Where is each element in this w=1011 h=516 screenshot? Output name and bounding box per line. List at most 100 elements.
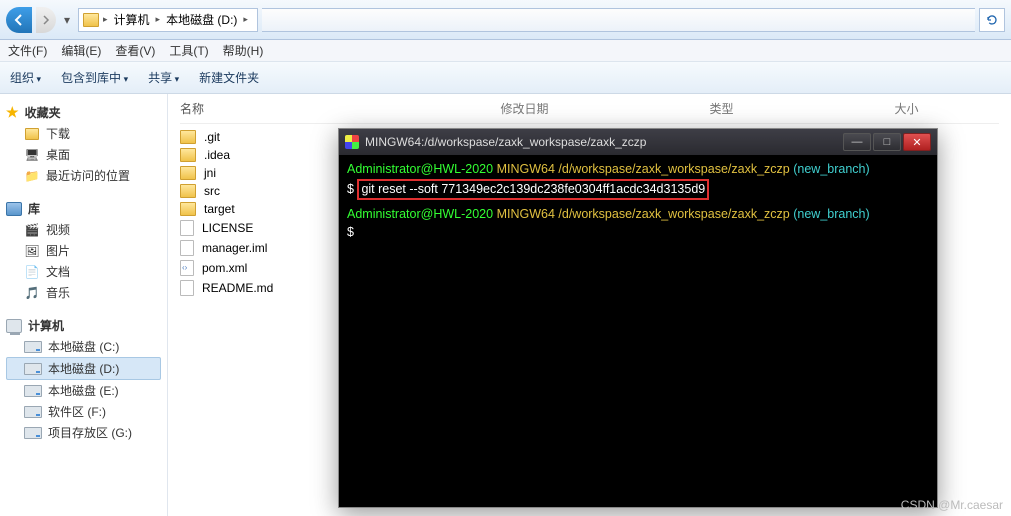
nav-history-dropdown[interactable]: ▾ [60,13,74,27]
sidebar-item-drive-e[interactable]: 本地磁盘 (E:) [6,380,161,401]
file-icon [180,220,194,236]
new-folder-button[interactable]: 新建文件夹 [199,69,259,86]
term-user: Administrator@HWL-2020 [347,207,493,221]
file-name: LICENSE [202,221,253,235]
menu-tools[interactable]: 工具(T) [169,42,208,59]
drive-icon [24,427,42,439]
sidebar-item-drive-g[interactable]: 项目存放区 (G:) [6,422,161,443]
address-bar-blank[interactable] [262,8,975,32]
terminal-line: $ [347,224,929,242]
menu-file[interactable]: 文件(F) [8,42,47,59]
sidebar-item-drive-f[interactable]: 软件区 (F:) [6,401,161,422]
sidebar-item-desktop[interactable]: 🖥 桌面 [6,144,161,165]
breadcrumb-segment[interactable]: 计算机 [112,11,152,28]
file-name: jni [204,166,216,180]
highlighted-command: git reset --soft 771349ec2c139dc238fe030… [357,179,709,201]
term-prompt: $ [347,182,354,196]
sidebar-item-label: 最近访问的位置 [46,167,130,184]
menu-view[interactable]: 查看(V) [115,42,155,59]
desktop-icon: 🖥 [24,147,40,163]
sidebar-item-drive-c[interactable]: 本地磁盘 (C:) [6,336,161,357]
folder-icon [180,130,196,144]
terminal-line: Administrator@HWL-2020 MINGW64 /d/worksp… [347,161,929,179]
sidebar-computer-head[interactable]: 计算机 [6,315,161,336]
terminal-line: Administrator@HWL-2020 MINGW64 /d/worksp… [347,206,929,224]
minimize-button[interactable]: — [843,133,871,151]
file-name: pom.xml [202,261,247,275]
share-button[interactable]: 共享 [148,69,179,86]
sidebar: ★ 收藏夹 下载 🖥 桌面 📁最近访问的位置 库 🎬 视频 🖼图片 📄 文档 🎵音乐 计… [0,94,168,516]
address-bar-row: ▾ ▸ 计算机 ▸ 本地磁盘 (D:) ▸ [0,0,1011,40]
sidebar-libraries-head[interactable]: 库 [6,198,161,219]
file-name: target [204,202,235,216]
sidebar-head-label: 收藏夹 [25,104,61,121]
sidebar-item-label: 软件区 (F:) [48,403,106,420]
organize-button[interactable]: 组织 [10,69,41,86]
term-shell: MINGW64 [497,162,555,176]
drive-icon [24,363,42,375]
terminal-body[interactable]: Administrator@HWL-2020 MINGW64 /d/worksp… [339,155,937,247]
maximize-button[interactable]: □ [873,133,901,151]
file-name: README.md [202,281,273,295]
file-icon [180,280,194,296]
nav-back-button[interactable] [6,7,32,33]
terminal-titlebar[interactable]: MINGW64:/d/workspase/zaxk_workspase/zaxk… [339,129,937,155]
close-button[interactable]: ✕ [903,133,931,151]
xml-file-icon [180,260,194,276]
address-bar[interactable]: ▸ 计算机 ▸ 本地磁盘 (D:) ▸ [78,8,258,32]
document-icon: 📄 [24,264,40,280]
terminal-window[interactable]: MINGW64:/d/workspase/zaxk_workspase/zaxk… [338,128,938,508]
chevron-right-icon: ▸ [243,14,248,25]
chevron-right-icon: ▸ [156,14,161,25]
music-icon: 🎵 [24,285,40,301]
drive-icon [24,341,42,353]
picture-icon: 🖼 [24,243,40,259]
terminal-title-text: MINGW64:/d/workspase/zaxk_workspase/zaxk… [365,135,646,149]
sidebar-item-recent[interactable]: 📁最近访问的位置 [6,165,161,186]
include-library-button[interactable]: 包含到库中 [61,69,128,86]
watermark: CSDN @Mr.caesar [901,498,1003,512]
terminal-line: $ git reset --soft 771349ec2c139dc238fe0… [347,179,929,201]
menu-help[interactable]: 帮助(H) [223,42,264,59]
sidebar-head-label: 计算机 [28,317,64,334]
star-icon: ★ [6,104,19,121]
term-prompt: $ [347,225,354,239]
col-name[interactable]: 名称 [180,100,420,117]
sidebar-favorites-head[interactable]: ★ 收藏夹 [6,102,161,123]
sidebar-head-label: 库 [28,200,40,217]
col-size[interactable]: 大小 [894,100,918,117]
folder-icon [180,166,196,180]
toolbar: 组织 包含到库中 共享 新建文件夹 [0,62,1011,94]
column-headers: 名称 修改日期 类型 大小 [180,100,999,124]
nav-forward-button[interactable] [36,7,56,33]
sidebar-item-label: 下载 [46,125,70,142]
sidebar-item-documents[interactable]: 📄 文档 [6,261,161,282]
term-branch: (new_branch) [793,162,869,176]
file-icon [180,240,194,256]
file-name: .idea [204,148,230,162]
sidebar-item-music[interactable]: 🎵音乐 [6,282,161,303]
col-date[interactable]: 修改日期 [500,100,548,117]
sidebar-item-pictures[interactable]: 🖼图片 [6,240,161,261]
col-type[interactable]: 类型 [709,100,733,117]
sidebar-item-label: 本地磁盘 (C:) [48,338,119,355]
sidebar-item-label: 视频 [46,221,70,238]
terminal-app-icon [345,135,359,149]
video-icon: 🎬 [24,222,40,238]
download-icon [24,126,40,142]
term-branch: (new_branch) [793,207,869,221]
sidebar-item-label: 桌面 [46,146,70,163]
refresh-button[interactable] [979,8,1005,32]
sidebar-item-video[interactable]: 🎬 视频 [6,219,161,240]
sidebar-item-label: 本地磁盘 (E:) [48,382,119,399]
term-path: /d/workspase/zaxk_workspase/zaxk_zczp [558,207,789,221]
term-path: /d/workspase/zaxk_workspase/zaxk_zczp [558,162,789,176]
file-name: src [204,184,220,198]
breadcrumb-segment[interactable]: 本地磁盘 (D:) [164,11,239,28]
sidebar-item-drive-d[interactable]: 本地磁盘 (D:) [6,357,161,380]
menu-bar: 文件(F) 编辑(E) 查看(V) 工具(T) 帮助(H) [0,40,1011,62]
sidebar-item-downloads[interactable]: 下载 [6,123,161,144]
sidebar-item-label: 文档 [46,263,70,280]
library-icon [6,202,22,216]
menu-edit[interactable]: 编辑(E) [61,42,101,59]
